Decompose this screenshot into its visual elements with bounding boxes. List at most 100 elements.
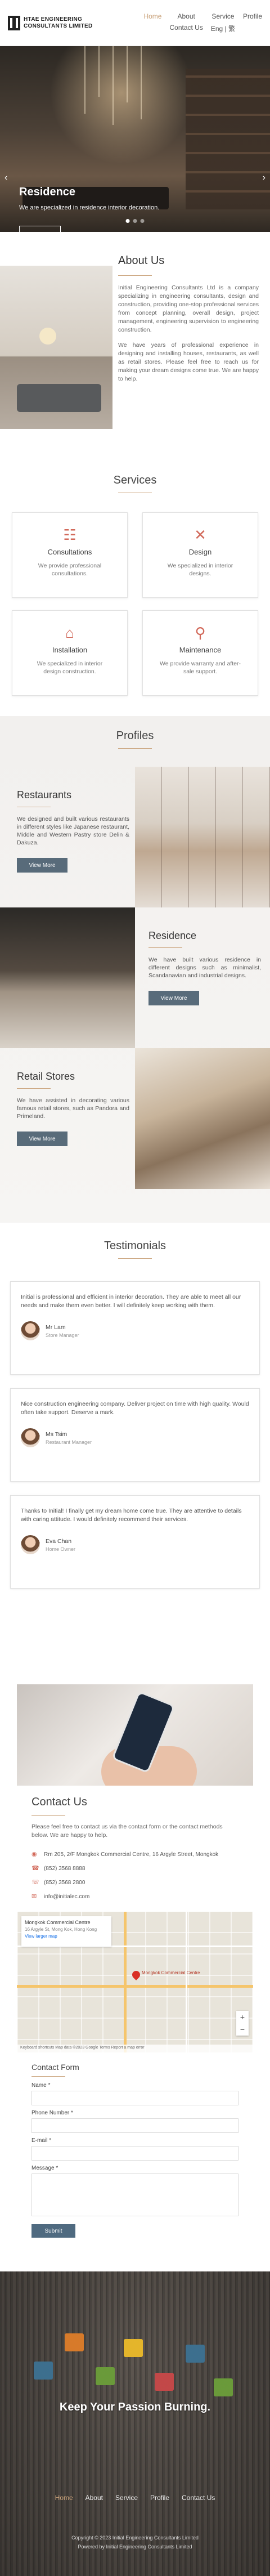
- about-image: [0, 266, 112, 429]
- hero-pendant-light: [141, 46, 142, 119]
- name-label: Name *: [32, 2082, 51, 2088]
- site-header: HTAE ENGINEERING CONSULTANTS LIMITED Hom…: [0, 0, 270, 46]
- service-card-design[interactable]: ✕ Design We specialized in interior desi…: [142, 512, 258, 598]
- map-road: [17, 1985, 253, 1988]
- divider: [32, 2076, 65, 2077]
- zoom-in-icon[interactable]: +: [236, 2011, 249, 2023]
- service-desc: We provide warranty and after-sale suppo…: [160, 660, 241, 675]
- lamp: [39, 328, 56, 345]
- logo[interactable]: HTAE ENGINEERING CONSULTANTS LIMITED: [8, 15, 93, 30]
- view-larger-map-link[interactable]: View larger map: [25, 1934, 108, 1939]
- footer-nav-contact[interactable]: Contact Us: [182, 2494, 215, 2502]
- nav-about[interactable]: About: [169, 12, 202, 20]
- email-field[interactable]: [32, 2146, 238, 2161]
- hero-slider: ‹ › Residence We are specialized in resi…: [0, 46, 270, 232]
- contact-phone: ☎ (852) 3568 8888: [32, 1865, 86, 1872]
- chevron-right-icon[interactable]: ›: [263, 173, 266, 183]
- service-desc: We specialized in interior design constr…: [37, 660, 103, 675]
- profile-residence: Residence We have built various residenc…: [0, 907, 270, 1048]
- slider-dot[interactable]: [133, 219, 137, 223]
- hero-pendant-light: [112, 46, 114, 125]
- map-pin-icon: ◉: [32, 1851, 37, 1858]
- profile-title: Restaurants: [17, 789, 72, 800]
- footer-nav-profile[interactable]: Profile: [150, 2494, 169, 2502]
- block: [186, 2345, 205, 2363]
- profile-title: Residence: [148, 930, 197, 941]
- email-label: E-mail *: [32, 2137, 52, 2144]
- footer-nav-about[interactable]: About: [86, 2494, 103, 2502]
- contact-desc: Please feel free to contact us via the c…: [32, 1823, 223, 1839]
- phone-label: Phone Number *: [32, 2110, 73, 2116]
- footer-nav-service[interactable]: Service: [115, 2494, 138, 2502]
- divider: [118, 748, 152, 749]
- chevron-left-icon[interactable]: ‹: [4, 173, 7, 183]
- service-card-maintenance[interactable]: ⚲ Maintenance We provide warranty and af…: [142, 610, 258, 696]
- map-footer: Keyboard shortcuts Map data ©2023 Google…: [17, 2045, 253, 2052]
- mail-icon: ✉: [32, 1893, 37, 1900]
- nav-profile[interactable]: Profile: [243, 12, 262, 20]
- view-more-button[interactable]: View More: [17, 1132, 68, 1146]
- slider-dot[interactable]: [125, 219, 130, 223]
- hero-button[interactable]: [19, 226, 61, 232]
- about-section: About Us Initial Engineering Consultants…: [0, 232, 270, 457]
- profiles-section: Profiles Restaurants We designed and bui…: [0, 716, 270, 1223]
- testimonial-name: Eva Chan: [46, 1537, 72, 1545]
- profile-desc: We have built various residence in diffe…: [148, 956, 261, 979]
- profile-title: Retail Stores: [17, 1071, 75, 1082]
- service-title: Maintenance: [179, 646, 222, 654]
- testimonial-role: Restaurant Manager: [46, 1439, 92, 1445]
- hero-shelf: [186, 69, 270, 209]
- slider-dot[interactable]: [140, 219, 145, 223]
- nav-contact[interactable]: Contact Us: [169, 24, 202, 33]
- block: [124, 2339, 143, 2357]
- testimonial-text: Nice construction engineering company. D…: [21, 1401, 249, 1416]
- block: [155, 2373, 174, 2391]
- hero-caption: Residence We are specialized in residenc…: [19, 186, 159, 232]
- name-field[interactable]: [32, 2091, 238, 2105]
- testimonial-card: Initial is professional and efficient in…: [10, 1281, 260, 1375]
- form-title: Contact Form: [32, 2063, 79, 2072]
- google-map[interactable]: Mongkok Commercial Centre 16 Argyle St, …: [17, 1912, 253, 2052]
- footer-nav-home[interactable]: Home: [55, 2494, 73, 2502]
- contact-image: [17, 1684, 253, 1786]
- contact-address: ◉ Rm 205, 2/F Mongkok Commercial Centre,…: [32, 1851, 219, 1858]
- service-desc: We specialized in interior designs.: [167, 562, 233, 577]
- hero-title: Residence: [19, 186, 76, 198]
- hero-pendant-light: [127, 46, 128, 102]
- services-title: Services: [113, 474, 157, 486]
- service-desc: We provide professional consultations.: [38, 562, 102, 577]
- service-card-installation[interactable]: ⌂ Installation We specialized in interio…: [12, 610, 128, 696]
- nav-home[interactable]: Home: [143, 12, 161, 20]
- design-icon: ✕: [194, 526, 206, 543]
- view-more-button[interactable]: View More: [148, 991, 199, 1005]
- view-more-button[interactable]: View More: [17, 858, 68, 873]
- zoom-out-icon[interactable]: −: [236, 2023, 249, 2036]
- fax-icon: ☏: [32, 1879, 39, 1886]
- phone-field[interactable]: [32, 2118, 238, 2133]
- nav-service[interactable]: Service: [211, 12, 235, 20]
- divider: [118, 275, 152, 276]
- testimonial-card: Thanks to Initial! I finally get my drea…: [10, 1495, 260, 1589]
- logo-line-2: CONSULTANTS LIMITED: [24, 23, 93, 29]
- message-field[interactable]: [32, 2174, 238, 2216]
- avatar: [21, 1321, 40, 1340]
- logo-line-1: HTAE ENGINEERING: [24, 16, 83, 23]
- block: [34, 2362, 53, 2380]
- retail-image: [135, 1048, 270, 1189]
- testimonial-name: Ms Tsim: [46, 1430, 68, 1438]
- sofa: [17, 384, 101, 412]
- about-title: About Us: [118, 254, 165, 267]
- hero-pendant-light: [98, 46, 100, 97]
- site-footer: Keep Your Passion Burning. Home About Se…: [0, 2271, 270, 2576]
- service-card-consultations[interactable]: ☷ Consultations We provide professional …: [12, 512, 128, 598]
- nav-language[interactable]: Eng | 繁: [211, 24, 235, 33]
- contact-form: Contact Form Name * Phone Number * E-mai…: [32, 2063, 238, 2238]
- contact-section: Contact Us Please feel free to contact u…: [0, 1684, 270, 2334]
- contact-title: Contact Us: [32, 1796, 87, 1808]
- submit-button[interactable]: Submit: [32, 2224, 75, 2238]
- map-pin-icon[interactable]: [130, 1969, 142, 1980]
- map-road: [124, 1912, 127, 2052]
- testimonial-role: Store Manager: [46, 1332, 79, 1338]
- services-section: Services ☷ Consultations We provide prof…: [0, 457, 270, 716]
- divider: [148, 947, 182, 948]
